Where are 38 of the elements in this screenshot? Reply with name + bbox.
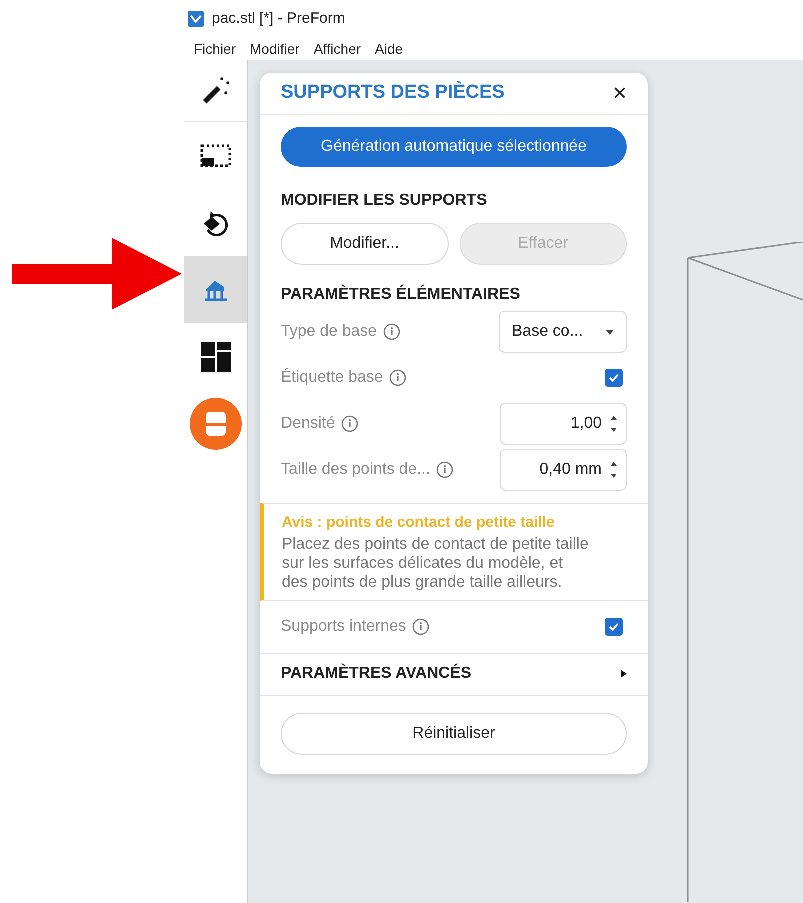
app-logo-icon (188, 11, 204, 27)
info-icon[interactable] (412, 618, 430, 636)
setting-label: Type de base (281, 322, 378, 342)
menu-item[interactable]: Afficher (314, 38, 362, 60)
panel-title: SUPPORTS DES PIÈCES (281, 80, 505, 106)
dotted-rectangle-icon (200, 144, 232, 168)
checkbox[interactable] (605, 618, 623, 636)
info-icon[interactable] (341, 415, 360, 433)
section-heading: MODIFIER LES SUPPORTS (281, 191, 488, 211)
edit-button[interactable]: Modifier... (281, 223, 448, 265)
magic-wand-icon (200, 76, 230, 106)
dropdown-caret-icon (606, 330, 614, 334)
setting-label: Densité (281, 414, 336, 434)
number-field[interactable]: 0,40 mm (500, 449, 627, 491)
checkmark-icon (608, 372, 620, 384)
info-icon[interactable] (389, 369, 408, 387)
notice-text: Placez des points de contact de petite taille sur les surfaces délicates du modèle, et des points de plus grande taille ailleurs. (282, 534, 590, 592)
notice-title: Avis : points de contact de petite taille (282, 513, 556, 533)
number-field[interactable]: 1,00 (500, 403, 627, 445)
close-button[interactable]: × (612, 82, 627, 106)
window-title: pac.stl [*] - PreForm (212, 8, 346, 29)
auto-generation-button[interactable]: Génération automatique sélectionnée (281, 127, 627, 167)
setting-label: Supports internes (281, 616, 406, 636)
setting-label: Étiquette base (281, 367, 384, 388)
checkbox[interactable] (605, 369, 623, 387)
menu-item[interactable]: Aide (375, 38, 404, 60)
info-icon[interactable] (436, 461, 454, 479)
advanced-settings-toggle[interactable]: PARAMÈTRES AVANCÉS (260, 654, 648, 696)
grid-layout-icon (200, 340, 232, 372)
info-icon[interactable] (383, 323, 402, 341)
setting-label: Taille des points de... (281, 460, 430, 480)
printer-icon (190, 398, 242, 450)
menu-item[interactable]: Fichier (194, 38, 236, 60)
base-type-dropdown[interactable]: Base co... (499, 311, 627, 353)
section-heading: PARAMÈTRES ÉLÉMENTAIRES (281, 284, 522, 305)
menu-item[interactable]: Modifier (250, 38, 300, 60)
reset-button[interactable]: Réinitialiser (281, 712, 627, 754)
checkmark-icon (608, 620, 620, 632)
